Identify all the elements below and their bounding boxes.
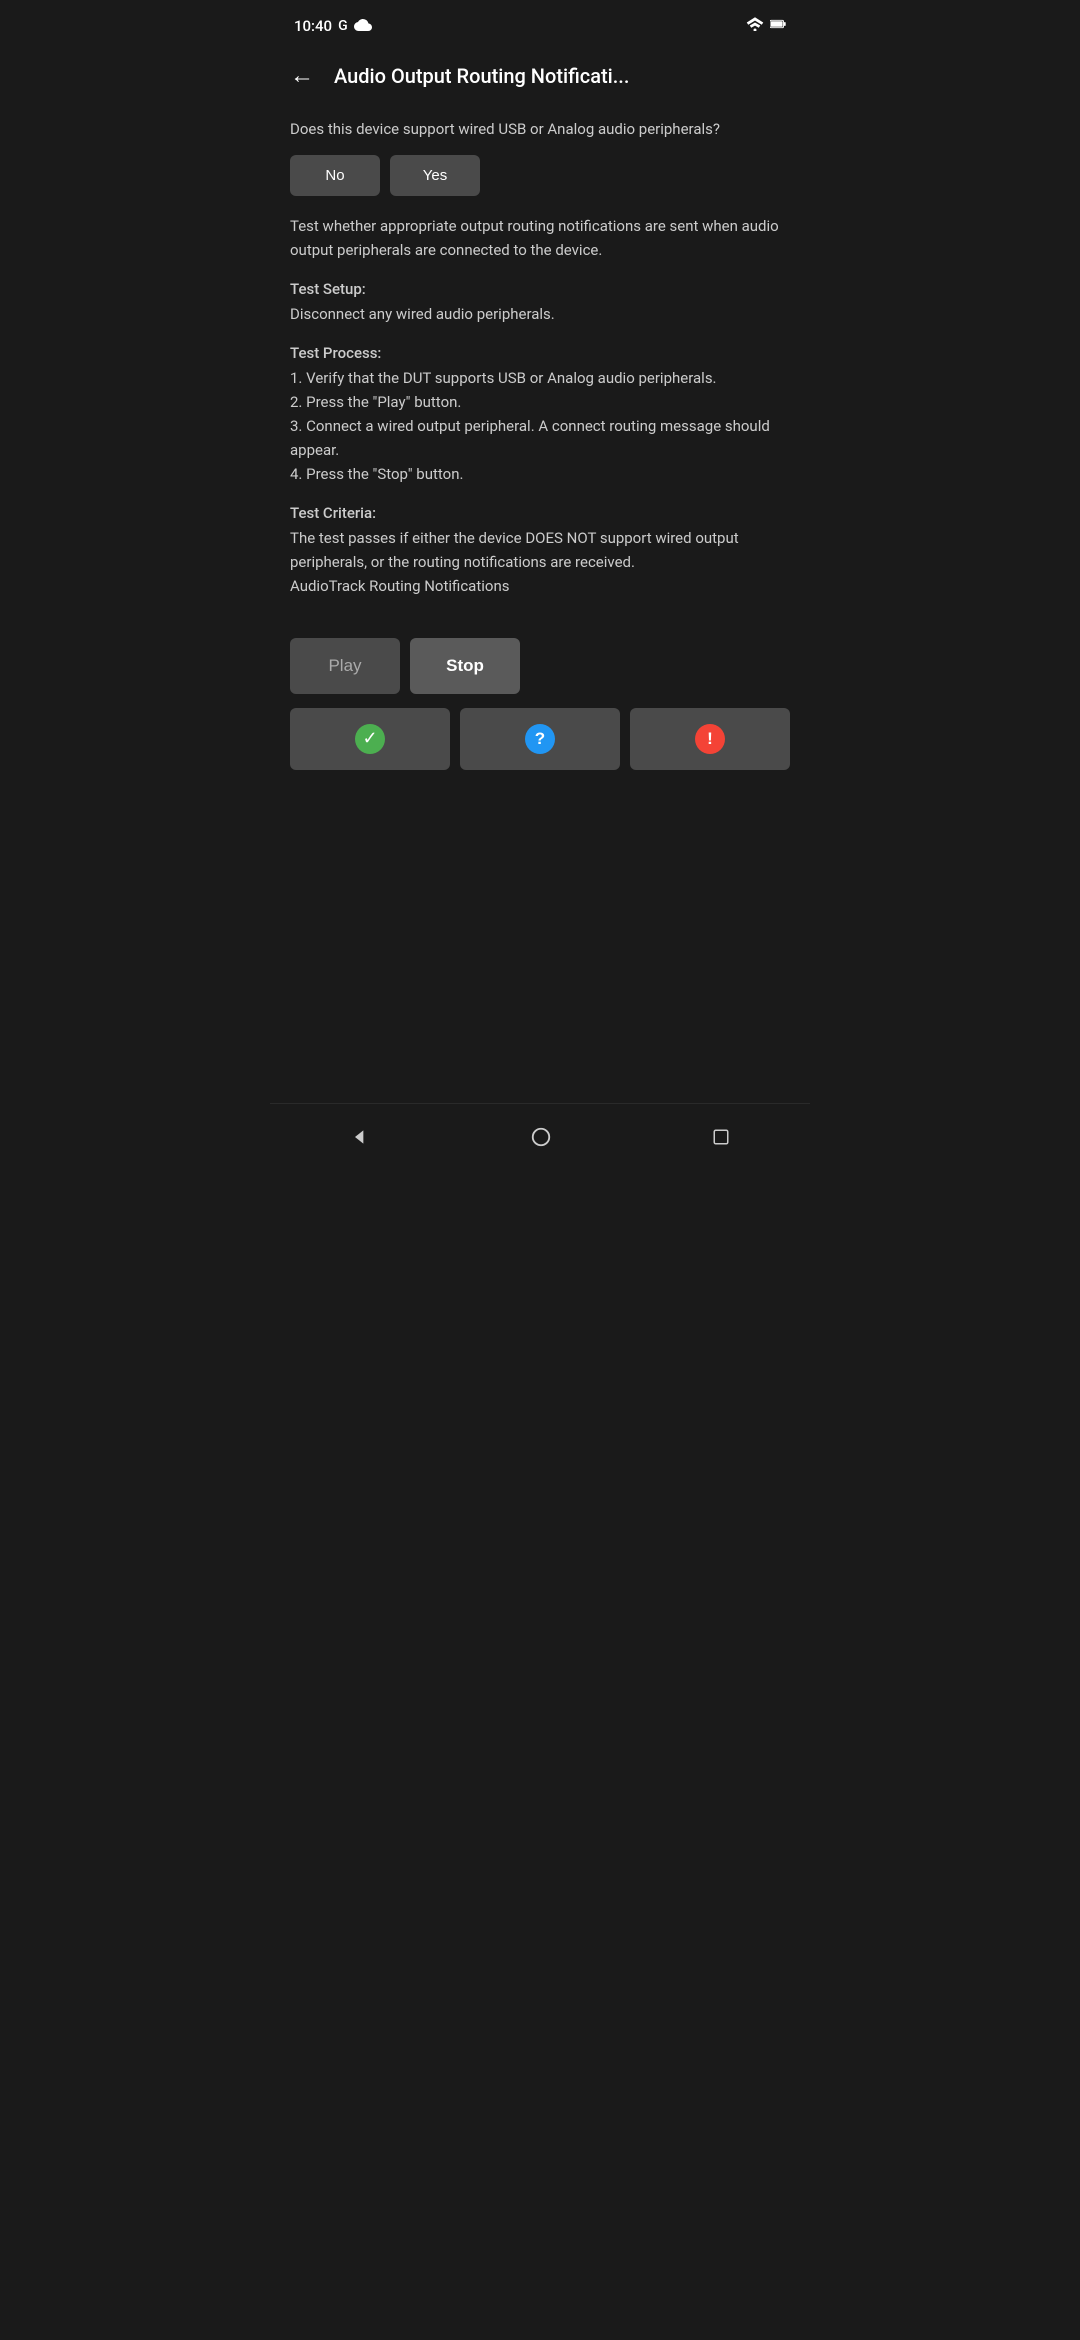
toolbar: ← Audio Output Routing Notificati... xyxy=(270,48,810,110)
battery-icon xyxy=(770,17,786,35)
test-criteria-title: Test Criteria: xyxy=(290,504,790,522)
yesno-row: No Yes xyxy=(290,155,790,196)
google-logo: G xyxy=(338,18,348,34)
pass-check-icon: ✓ xyxy=(355,724,385,754)
test-criteria-content: The test passes if either the device DOE… xyxy=(290,526,790,598)
back-arrow-icon: ← xyxy=(290,62,314,90)
action-row: Play Stop xyxy=(290,638,790,694)
usb-question-text: Does this device support wired USB or An… xyxy=(290,118,790,141)
test-process-title: Test Process: xyxy=(290,344,790,362)
result-row: ✓ ? ! xyxy=(290,708,790,770)
cloud-icon xyxy=(354,17,372,35)
description-text: Test whether appropriate output routing … xyxy=(290,214,790,262)
yes-button[interactable]: Yes xyxy=(390,155,480,196)
info-button[interactable]: ? xyxy=(460,708,620,770)
time-display: 10:40 xyxy=(294,17,332,35)
fail-button[interactable]: ! xyxy=(630,708,790,770)
status-bar: 10:40 G xyxy=(270,0,810,48)
info-question-icon: ? xyxy=(525,724,555,754)
back-button[interactable]: ← xyxy=(286,58,318,94)
play-button[interactable]: Play xyxy=(290,638,400,694)
nav-home-button[interactable] xyxy=(510,1118,572,1156)
status-left: 10:40 G xyxy=(294,17,372,35)
fail-exclamation-icon: ! xyxy=(695,724,725,754)
main-content: Does this device support wired USB or An… xyxy=(270,110,810,1103)
test-setup-title: Test Setup: xyxy=(290,280,790,298)
nav-bar xyxy=(270,1103,810,1170)
test-setup-content: Disconnect any wired audio peripherals. xyxy=(290,302,790,326)
nav-back-button[interactable] xyxy=(330,1119,390,1155)
test-process-content: 1. Verify that the DUT supports USB or A… xyxy=(290,366,790,486)
page-title: Audio Output Routing Notificati... xyxy=(334,64,794,88)
wifi-icon xyxy=(746,17,764,35)
status-right xyxy=(746,17,786,35)
nav-recent-button[interactable] xyxy=(692,1120,750,1154)
stop-button[interactable]: Stop xyxy=(410,638,520,694)
no-button[interactable]: No xyxy=(290,155,380,196)
pass-button[interactable]: ✓ xyxy=(290,708,450,770)
